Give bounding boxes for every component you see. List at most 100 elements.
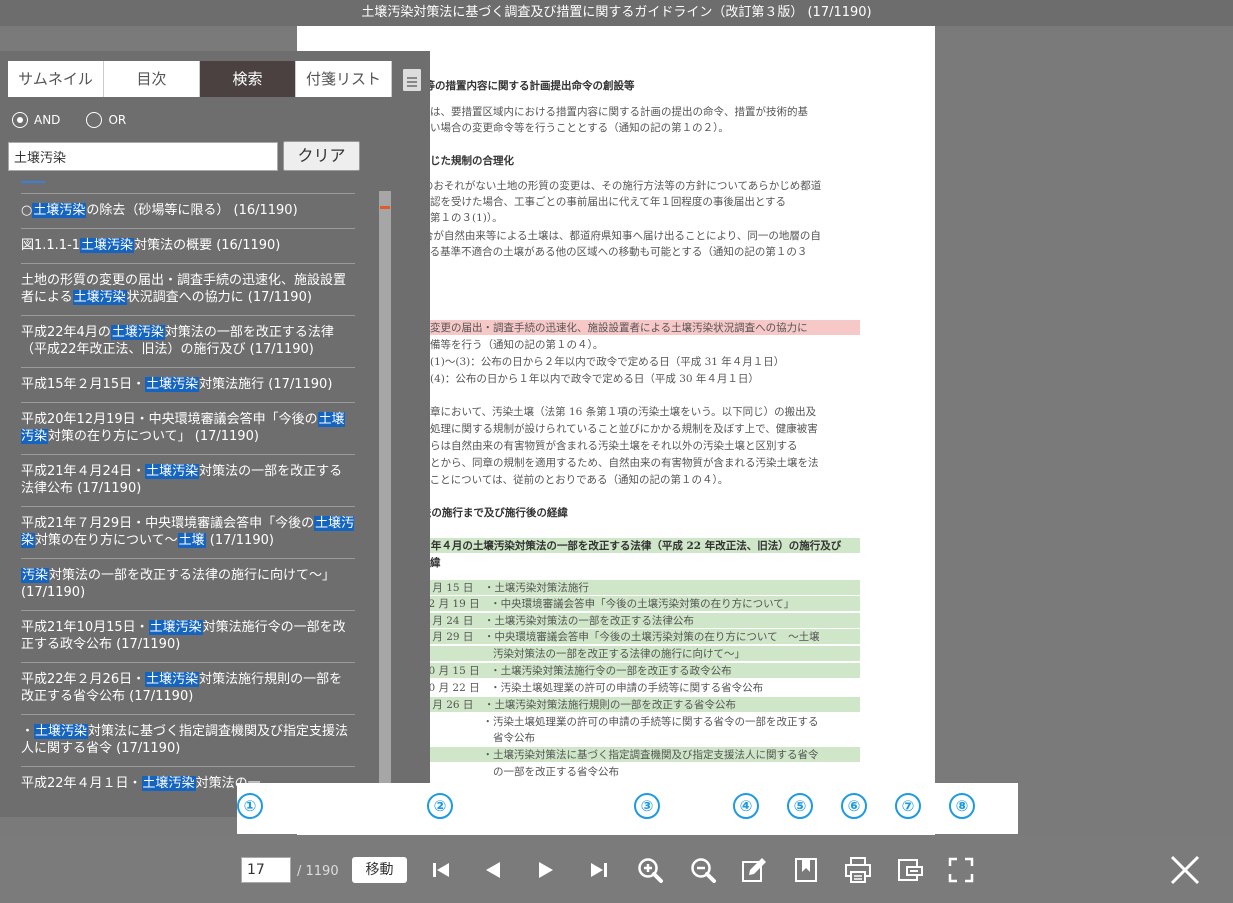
result-highlight: 土壌汚染 [110, 325, 165, 340]
document-line: ・汚染土壌処理業の許可の申請の手続等に関する省令の一部を改正する [367, 716, 819, 728]
document-line: 命(法の違法等の措置内容に関する計画提出命令の創設等 [367, 80, 635, 92]
result-text: (17/1190) [205, 533, 274, 548]
document-line: 1.1.3 改正法の施行まで及び施行後の経緯 [367, 507, 568, 519]
result-text: 対策の在り方について」 (17/1190) [48, 429, 259, 444]
tab-sticky-list[interactable]: 付箋リスト [296, 61, 392, 97]
tab-search[interactable]: 検索 [200, 61, 296, 97]
number-annotations: ① ② ③ ④ ⑤ ⑥ ⑦ ⑧ [237, 783, 1018, 834]
search-result-item[interactable]: ・土壌汚染対策法に基づく指定調査機関及び指定支援法人に関する省令 (17/119… [21, 714, 355, 766]
search-result-item[interactable]: 平成21年４月24日・土壌汚染対策法の一部を改正する法律公布 (17/1190) [21, 454, 355, 506]
search-result-item[interactable]: 平成22年２月26日・土壌汚染対策法施行規則の一部を改正する省令公布 (17/1… [21, 662, 355, 714]
or-radio[interactable] [86, 112, 103, 128]
and-radio[interactable] [12, 112, 28, 128]
bookmark-icon[interactable] [792, 856, 820, 884]
result-text: 平成21年４月24日・ [21, 464, 146, 479]
result-text: ・ [21, 724, 35, 739]
print-icon[interactable] [844, 856, 872, 884]
or-label: OR [108, 113, 127, 127]
document-line: 平成 15 年 ２月 15 日 ・土壌汚染対策法施行 [367, 580, 860, 595]
result-highlight: 土壌汚染 [80, 238, 135, 253]
search-results: ○土壌汚染の除去（砂場等に限る） (16/1190) 図1.1.1-1土壌汚染対策… [21, 181, 355, 817]
page-scrollbar[interactable] [379, 191, 391, 783]
document-line: (1) 平成 22 年４月の土壌汚染対策法の一部を改正する法律（平成 22 年改… [367, 538, 860, 553]
document-line: なお、法第４章において、汚染土壌（法第 16 条第１項の汚染土壌をいう。以下同じ… [367, 406, 817, 418]
result-text: 平成20年12月19日・中央環境審議会答申「今後の [21, 412, 318, 427]
document-line: それ以前の経緯 [367, 555, 860, 570]
results-top-indicator [21, 181, 45, 183]
document-line: ・土壌汚染対策法に基づく指定調査機関及び指定支援法人に関する省令 [367, 747, 860, 762]
document-line: ）リスクに応じた規制の合理化 [367, 155, 514, 167]
last-page-icon[interactable] [585, 856, 613, 884]
page-number-input[interactable] [241, 857, 291, 883]
and-label: AND [34, 113, 61, 127]
next-page-icon[interactable] [532, 856, 560, 884]
document-line: 土地の形質の変更の届出・調査手続の迅速化、施設設置者による土壌汚染状況調査への協… [367, 320, 860, 335]
fullscreen-icon[interactable] [947, 856, 975, 884]
search-result-item[interactable]: 土地の形質の変更の届出・調査手続の迅速化、施設設置者による土壌汚染状況調査への協… [21, 263, 355, 315]
clear-button[interactable]: クリア [283, 141, 360, 171]
result-text: 平成21年７月29日・中央環境審議会答申「今後の [21, 516, 315, 531]
number-8: ⑧ [949, 793, 975, 819]
result-text: 図1.1.1-1 [21, 238, 81, 253]
prev-page-icon[interactable] [479, 856, 507, 884]
result-highlight: 土壌汚染 [141, 776, 196, 791]
document-line: 平成 21 年 10 月 22 日 ・汚染土壌処理業の許可の申請の手続等に関する… [367, 682, 764, 694]
result-highlight: 汚染 [21, 568, 50, 583]
result-highlight: 土壌汚染 [32, 203, 87, 218]
tab-thumbnail[interactable]: サムネイル [8, 61, 104, 97]
search-result-item[interactable]: 平成21年10月15日・土壌汚染対策法施行令の一部を改正する政令公布 (17/1… [21, 610, 355, 662]
first-page-icon[interactable] [427, 856, 455, 884]
search-result-item[interactable]: 平成15年２月15日・土壌汚染対策法施行 (17/1190) [21, 367, 355, 402]
result-highlight: 土壌汚染 [72, 290, 127, 305]
search-input[interactable] [8, 142, 278, 171]
document-line: び運搬並びに処理に関する規制が設けられていること並びにかかる規制を及ぼす上で、健… [367, 423, 818, 435]
page-total: / 1190 [297, 864, 339, 879]
edit-icon[interactable] [740, 856, 768, 884]
result-highlight: 土壌汚染 [145, 377, 200, 392]
document-line: 汚染対策法の一部を改正する法律の施行に向けて～」 [367, 646, 860, 661]
result-text: 平成15年２月15日・ [21, 377, 146, 392]
document-line: ① 健康被害のおそれがない土地の形質の変更は、その施行方法等の方針についてあらか… [367, 180, 822, 192]
search-result-item[interactable]: 汚染対策法の一部を改正する法律の施行に向けて～」 (17/1190) [21, 558, 355, 610]
document-line: 平成 20 年 12 月 19 日 ・中央環境審議会答申「今後の土壌汚染対策の在… [367, 596, 860, 611]
number-1: ① [237, 793, 263, 819]
document-line: 平成 21 年 ４月 24 日 ・土壌汚染対策法の一部を改正する法律公布 [367, 613, 860, 628]
result-text: 平成21年10月15日・ [21, 620, 149, 635]
document-line: 平成 21 年 10 月 15 日 ・土壌汚染対策法施行令の一部を改正する政令公… [367, 663, 860, 678]
search-mode: AND OR [12, 112, 152, 128]
document-line: 然由来等による基準不適合の土壌がある他の区域への移動も可能とする（通知の記の第１… [367, 246, 808, 258]
number-7: ⑦ [895, 793, 921, 819]
document-line: 都道府県知事は、要措置区域内における措置内容に関する計画の提出の命令、措置が技術… [367, 106, 808, 118]
search-result-item[interactable]: 平成21年７月29日・中央環境審議会答申「今後の土壌汚染対策の在り方について～土… [21, 506, 355, 558]
document-line: (3)）。 [367, 260, 860, 275]
page-scroll-thumb[interactable] [380, 206, 390, 209]
export-icon[interactable] [896, 856, 924, 884]
search-result-item[interactable]: 平成22年4月の土壌汚染対策法の一部を改正する法律（平成22年改正法、旧法）の施… [21, 315, 355, 367]
move-button[interactable]: 移動 [352, 857, 407, 883]
zoom-out-icon[interactable] [689, 856, 717, 884]
result-highlight: 土壌汚染 [145, 672, 200, 687]
result-highlight: 土壌汚染 [148, 620, 203, 635]
document-line: の一部を改正する省令公布 [367, 766, 619, 778]
result-highlight: 土壌汚染 [34, 724, 89, 739]
result-text: 対策法の一部を改正する法律の施行に向けて～」 (17/1190) [21, 568, 336, 600]
document-line: （通知の記の第１の３(1)）。 [367, 212, 503, 224]
close-icon[interactable] [1170, 855, 1200, 885]
tab-toc[interactable]: 目次 [104, 61, 200, 97]
document-line: の対象とすることについては、従前のとおりである（通知の記の第１の４）。 [367, 474, 729, 486]
panel-tabs: サムネイル 目次 検索 付箋リスト [8, 61, 392, 97]
search-result-item[interactable]: 平成20年12月19日・中央環境審議会答申「今後の土壌汚染対策の在り方について」… [21, 402, 355, 454]
number-5: ⑤ [787, 793, 813, 819]
search-result-item[interactable]: 図1.1.1-1土壌汚染対策法の概要 (16/1190) [21, 228, 355, 263]
zoom-in-icon[interactable] [636, 856, 664, 884]
document-line: 理由がないことから、同章の規制を適用するため、自然由来の有害物質が含まれる汚染土… [367, 457, 819, 469]
document-line: 平成 22 年 ２月 26 日 ・土壌汚染対策法施行規則の一部を改正する省令公布 [367, 697, 860, 712]
document-line: 省令公布 [367, 732, 535, 744]
document-line: (4)：公布の日から１年以内で政令で定める日（平成 30 年４月１日） [367, 373, 759, 385]
document-title: 土壌汚染対策法に基づく調査及び措置に関するガイドライン（改訂第３版） (17/1… [361, 5, 872, 20]
document-icon[interactable] [403, 69, 421, 91]
result-text: 対策の在り方について～ [35, 533, 178, 548]
result-text: の除去（砂場等に限る） (16/1190) [86, 203, 298, 218]
search-result-item[interactable]: ○土壌汚染の除去（砂場等に限る） (16/1190) [21, 193, 355, 228]
bottom-toolbar: / 1190 移動 [0, 835, 1233, 903]
